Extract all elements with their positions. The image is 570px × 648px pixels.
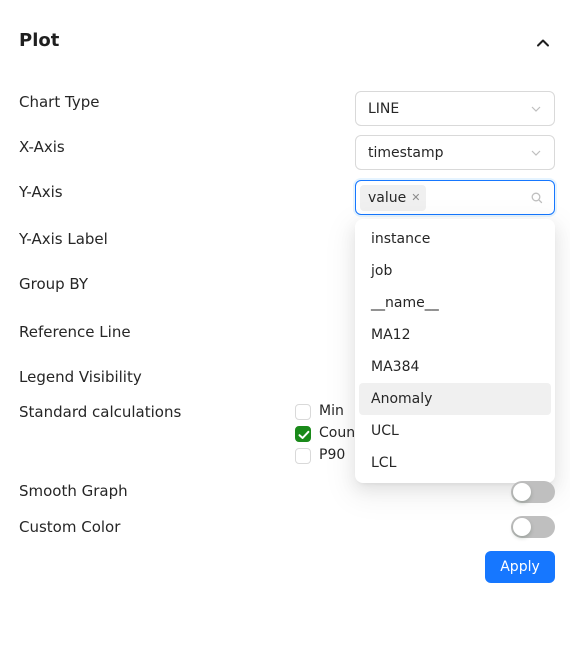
dropdown-option[interactable]: LCL <box>359 447 551 479</box>
group-by-label: Group BY <box>19 275 89 293</box>
apply-button[interactable]: Apply <box>485 551 555 583</box>
y-axis-label: Y-Axis <box>19 183 63 201</box>
y-axis-tag-label: value <box>368 189 407 206</box>
dropdown-option[interactable]: MA12 <box>359 319 551 351</box>
legend-visibility-label: Legend Visibility <box>19 368 142 386</box>
y-axis-multiselect[interactable]: value ✕ <box>355 180 555 215</box>
chevron-up-icon[interactable] <box>533 33 553 53</box>
smooth-graph-label: Smooth Graph <box>19 482 128 500</box>
dropdown-option[interactable]: instance <box>359 223 551 255</box>
min-checkbox[interactable] <box>295 404 311 420</box>
close-icon[interactable]: ✕ <box>411 191 420 204</box>
y-axis-tag: value ✕ <box>360 184 427 211</box>
y-axis-dropdown: instance job __name__ MA12 MA384 Anomaly… <box>355 219 555 483</box>
chart-type-select[interactable]: LINE <box>355 91 555 126</box>
min-checkbox-label: Min <box>319 403 344 419</box>
chart-type-label: Chart Type <box>19 93 100 111</box>
custom-color-label: Custom Color <box>19 518 121 536</box>
dropdown-option[interactable]: __name__ <box>359 287 551 319</box>
count-checkbox[interactable] <box>295 426 311 442</box>
p90-checkbox[interactable] <box>295 448 311 464</box>
dropdown-option[interactable]: MA384 <box>359 351 551 383</box>
p90-checkbox-label: P90 <box>319 447 346 463</box>
chevron-down-icon <box>531 150 541 156</box>
chevron-down-icon <box>531 106 541 112</box>
x-axis-value: timestamp <box>368 144 444 161</box>
x-axis-label: X-Axis <box>19 138 65 156</box>
check-icon <box>298 430 310 439</box>
toggle-knob <box>513 483 531 501</box>
reference-line-label: Reference Line <box>19 323 131 341</box>
chart-type-value: LINE <box>368 100 400 117</box>
y-axis-label-field-label: Y-Axis Label <box>19 230 108 248</box>
search-icon <box>531 192 543 203</box>
smooth-graph-toggle[interactable] <box>511 481 555 503</box>
custom-color-toggle[interactable] <box>511 516 555 538</box>
x-axis-select[interactable]: timestamp <box>355 135 555 170</box>
toggle-knob <box>513 518 531 536</box>
dropdown-option[interactable]: job <box>359 255 551 287</box>
dropdown-option-highlighted[interactable]: Anomaly <box>359 383 551 415</box>
standard-calculations-label: Standard calculations <box>19 403 182 421</box>
dropdown-option[interactable]: UCL <box>359 415 551 447</box>
panel-title: Plot <box>19 30 60 51</box>
